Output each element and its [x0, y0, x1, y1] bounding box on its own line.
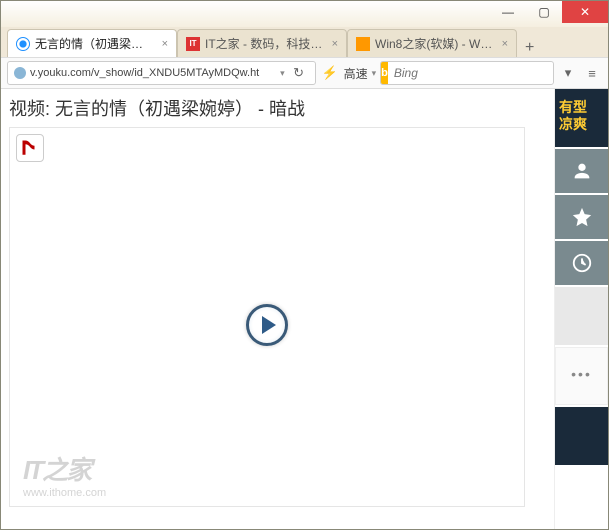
window-titlebar: — ▢ ✕	[1, 1, 608, 27]
watermark: IT之家 www.ithome.com	[23, 450, 106, 499]
close-window-button[interactable]: ✕	[562, 1, 608, 23]
watermark-logo: IT之家	[23, 450, 106, 487]
win8-favicon-icon	[356, 37, 370, 51]
play-button-icon[interactable]	[246, 304, 288, 346]
thumb-1[interactable]	[555, 287, 608, 345]
url-box[interactable]: v.youku.com/v_show/id_XNDU5MTAyMDQw.ht ▾…	[7, 61, 316, 85]
tab-strip: 无言的情（初遇梁婉婷… × IT IT之家 - 数码，科技，… × Win8之家…	[1, 27, 608, 57]
user-icon[interactable]	[555, 149, 608, 193]
main-area: 视频: 无言的情（初遇梁婉婷） - 暗战 IT之家 www.ithome.com	[1, 89, 554, 529]
speed-icon[interactable]: ⚡	[320, 65, 340, 81]
speed-dropdown-icon[interactable]: ▾	[372, 68, 377, 79]
browser-window: — ▢ ✕ 无言的情（初遇梁婉婷… × IT IT之家 - 数码，科技，… × …	[0, 0, 609, 530]
url-dropdown-icon[interactable]: ▾	[280, 68, 285, 79]
close-tab-icon[interactable]: ×	[162, 38, 168, 50]
clock-icon[interactable]	[555, 241, 608, 285]
search-box[interactable]: b	[380, 61, 554, 85]
flash-icon	[16, 134, 44, 162]
tab-label: Win8之家(软媒) - Win…	[375, 35, 493, 52]
refresh-icon[interactable]: ↻	[289, 65, 309, 81]
tab-label: 无言的情（初遇梁婉婷…	[35, 35, 153, 52]
video-title: 视频: 无言的情（初遇梁婉婷） - 暗战	[9, 95, 546, 121]
ithome-favicon-icon: IT	[186, 37, 200, 51]
maximize-button[interactable]: ▢	[526, 1, 562, 23]
watermark-url: www.ithome.com	[23, 487, 106, 499]
more-icon: •••	[556, 348, 607, 382]
toolbar-menu-icon[interactable]: ≡	[582, 66, 602, 81]
search-input[interactable]	[388, 66, 554, 80]
star-icon[interactable]	[555, 195, 608, 239]
page-content: 视频: 无言的情（初遇梁婉婷） - 暗战 IT之家 www.ithome.com…	[1, 89, 608, 529]
url-text: v.youku.com/v_show/id_XNDU5MTAyMDQw.ht	[30, 67, 276, 79]
toolbar-dropdown-icon[interactable]: ▾	[558, 65, 578, 81]
thumb-3[interactable]	[555, 407, 608, 465]
close-tab-icon[interactable]: ×	[332, 38, 338, 50]
tab-youku[interactable]: 无言的情（初遇梁婉婷… ×	[7, 29, 177, 57]
globe-icon	[14, 67, 26, 79]
new-tab-button[interactable]: +	[517, 39, 542, 57]
tab-label: IT之家 - 数码，科技，…	[205, 35, 323, 52]
thumb-2[interactable]: •••	[555, 347, 608, 405]
right-sidebar: 有型 凉爽 •••	[554, 89, 608, 529]
youku-favicon-icon	[16, 37, 30, 51]
minimize-button[interactable]: —	[490, 1, 526, 23]
address-bar: v.youku.com/v_show/id_XNDU5MTAyMDQw.ht ▾…	[1, 57, 608, 89]
promo-thumb[interactable]: 有型 凉爽	[555, 89, 608, 147]
close-tab-icon[interactable]: ×	[502, 38, 508, 50]
speed-label: 高速	[344, 65, 368, 82]
bing-icon: b	[381, 62, 388, 84]
tab-ithome[interactable]: IT IT之家 - 数码，科技，… ×	[177, 29, 347, 57]
tab-win8[interactable]: Win8之家(软媒) - Win… ×	[347, 29, 517, 57]
